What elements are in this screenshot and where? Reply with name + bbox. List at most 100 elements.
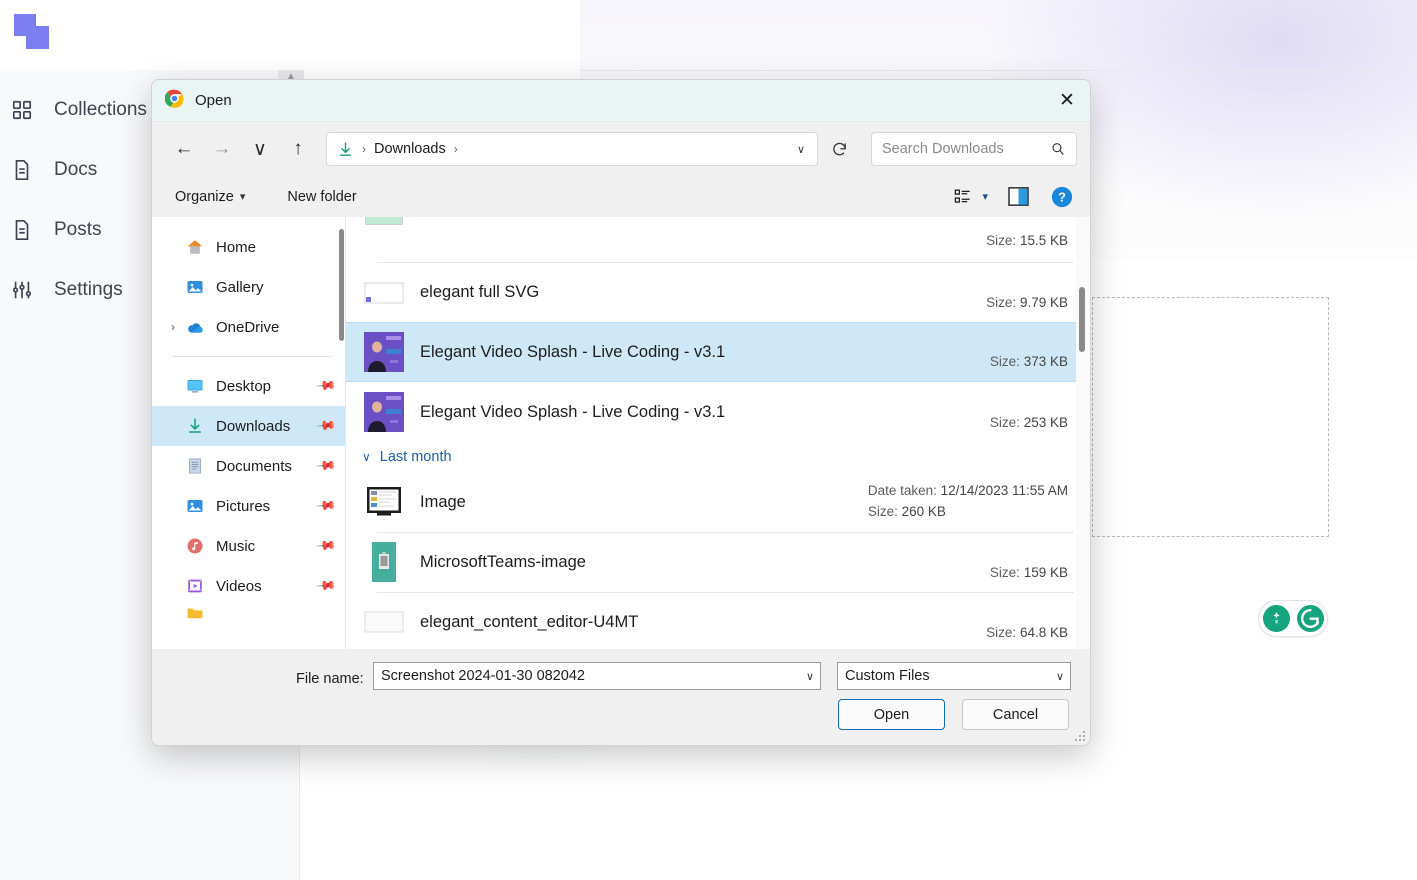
pictures-icon	[184, 497, 206, 515]
file-meta: Size: 159 KB	[990, 563, 1068, 584]
dialog-footer: File name: Screenshot 2024-01-30 082042 …	[152, 649, 1090, 745]
size-label: Size:	[989, 415, 1020, 431]
size-value: 373 KB	[1023, 354, 1068, 370]
sidebar-item-label: Settings	[54, 279, 123, 300]
recent-locations-button[interactable]: ∨	[241, 132, 279, 166]
chevron-right-icon[interactable]: ›	[162, 320, 184, 334]
table-row[interactable]: Image Date taken: 12/14/2023 11:55 AM Si…	[346, 472, 1090, 532]
tree-item-documents[interactable]: Documents 📌	[152, 446, 346, 486]
search-icon[interactable]	[1050, 141, 1066, 157]
refresh-button[interactable]	[818, 132, 860, 166]
size-value: 253 KB	[1023, 415, 1068, 431]
desktop-icon	[184, 377, 206, 395]
dialog-command-bar: Organize ▾ New folder ▾ ?	[152, 176, 1090, 217]
onedrive-icon	[184, 318, 206, 337]
tree-item-onedrive[interactable]: › OneDrive	[152, 307, 346, 347]
file-type-value: Custom Files	[845, 668, 930, 684]
pin-icon[interactable]: 📌	[315, 415, 337, 438]
navigation-tree: Home Gallery › OneDrive Desktop 📌 Downlo…	[152, 217, 346, 649]
view-options-chevron-icon[interactable]: ▾	[980, 190, 996, 203]
downloads-arrow-icon	[337, 141, 354, 158]
file-meta: Size: 253 KB	[990, 413, 1068, 434]
file-type-select[interactable]: Custom Files ∨	[837, 662, 1071, 690]
document-icon	[8, 156, 36, 184]
new-folder-button[interactable]: New folder	[277, 183, 366, 211]
pin-icon[interactable]: 📌	[315, 495, 337, 518]
chevron-down-icon[interactable]: ∨	[362, 450, 371, 464]
tree-item-label: OneDrive	[216, 318, 280, 336]
table-row[interactable]: Elegant Video Splash - Live Coding - v3.…	[346, 322, 1090, 382]
grammarly-widget[interactable]	[1258, 600, 1328, 637]
pin-icon[interactable]: 📌	[315, 575, 337, 598]
group-header-last-month[interactable]: ∨ Last month	[346, 442, 1090, 472]
tree-item-pictures[interactable]: Pictures 📌	[152, 486, 346, 526]
file-list-scrollbar-track[interactable]	[1076, 217, 1090, 649]
search-input[interactable]: Search Downloads	[871, 132, 1077, 166]
tree-item-home[interactable]: Home	[152, 227, 346, 267]
view-options-icon[interactable]	[949, 183, 976, 210]
size-label: Size:	[989, 354, 1020, 370]
lightbulb-icon[interactable]	[1262, 605, 1290, 632]
tree-item-label: Pictures	[216, 497, 271, 515]
resize-grip[interactable]	[1075, 731, 1086, 742]
file-thumbnail	[364, 542, 404, 582]
tree-item-label: Desktop	[216, 377, 272, 395]
table-row[interactable]: MicrosoftTeams-image Size: 159 KB	[346, 532, 1090, 592]
background-horizontal-divider	[580, 70, 1417, 71]
help-icon[interactable]: ?	[1041, 186, 1073, 208]
file-meta: Size: 15.5 KB	[986, 231, 1068, 252]
tree-item-gallery[interactable]: Gallery	[152, 267, 346, 307]
file-list-scrollbar-thumb[interactable]	[1079, 287, 1085, 352]
table-row[interactable]: Elegant Video Splash - Live Coding - v3.…	[346, 382, 1090, 442]
tree-item-videos[interactable]: Videos 📌	[152, 566, 346, 606]
breadcrumb-downloads[interactable]: Downloads	[374, 141, 446, 157]
up-one-level-button[interactable]: ↑	[279, 132, 317, 166]
tree-item-label: Music	[216, 537, 256, 555]
pin-icon[interactable]: 📌	[315, 535, 337, 558]
file-meta: Size: 64.8 KB	[986, 623, 1068, 644]
tree-scrollbar[interactable]	[339, 229, 344, 341]
organize-button[interactable]: Organize ▾	[165, 183, 255, 211]
file-thumbnail	[364, 392, 404, 432]
grammarly-logo-icon[interactable]	[1296, 605, 1324, 632]
dialog-navigation-bar: ← → ∨ ↑ › Downloads › ∨ Search Downloads	[152, 122, 1090, 176]
table-row[interactable]: elegant_content_editor-U4MT Size: 64.8 K…	[346, 592, 1090, 649]
address-dropdown-icon[interactable]: ∨	[797, 143, 811, 156]
breadcrumb-separator: ›	[362, 142, 366, 156]
forward-button[interactable]: →	[203, 132, 241, 166]
address-bar[interactable]: › Downloads › ∨	[326, 132, 818, 166]
upload-dropzone[interactable]	[1092, 297, 1329, 537]
tree-item-label: Home	[216, 238, 257, 256]
preview-pane-icon[interactable]	[1000, 183, 1037, 210]
chevron-down-icon[interactable]: ∨	[1056, 670, 1064, 683]
pin-icon[interactable]: 📌	[315, 455, 337, 478]
file-name-input[interactable]: Screenshot 2024-01-30 082042 ∨	[373, 662, 821, 690]
videos-icon	[184, 577, 206, 595]
table-row[interactable]: Size: 15.5 KB	[346, 217, 1090, 262]
table-row[interactable]: elegant full SVG Size: 9.79 KB	[346, 262, 1090, 322]
file-name: MicrosoftTeams-image	[420, 552, 586, 571]
sidebar-item-label: Docs	[54, 159, 98, 180]
sliders-icon	[8, 276, 36, 304]
back-button[interactable]: ←	[165, 132, 203, 166]
open-button[interactable]: Open	[838, 699, 945, 730]
chrome-icon	[164, 89, 184, 113]
file-name-value: Screenshot 2024-01-30 082042	[381, 668, 585, 684]
tree-item-label: Documents	[216, 457, 292, 475]
tree-item-clipped[interactable]	[152, 606, 346, 620]
file-thumbnail	[364, 332, 404, 372]
tree-item-music[interactable]: Music 📌	[152, 526, 346, 566]
dialog-title: Open	[195, 92, 232, 109]
file-name: Elegant Video Splash - Live Coding - v3.…	[420, 402, 726, 421]
open-file-dialog: Open ✕ ← → ∨ ↑ › Downloads › ∨ Search Do…	[151, 79, 1091, 746]
cancel-button[interactable]: Cancel	[962, 699, 1069, 730]
close-icon[interactable]: ✕	[1044, 80, 1090, 122]
size-value: 159 KB	[1023, 565, 1068, 581]
tree-divider	[172, 356, 333, 357]
pin-icon[interactable]: 📌	[315, 375, 337, 398]
tree-item-downloads[interactable]: Downloads 📌	[152, 406, 346, 446]
size-label: Size:	[989, 565, 1020, 581]
tree-item-desktop[interactable]: Desktop 📌	[152, 366, 346, 406]
chevron-down-icon[interactable]: ∨	[806, 670, 814, 683]
size-label: Size:	[986, 625, 1017, 641]
